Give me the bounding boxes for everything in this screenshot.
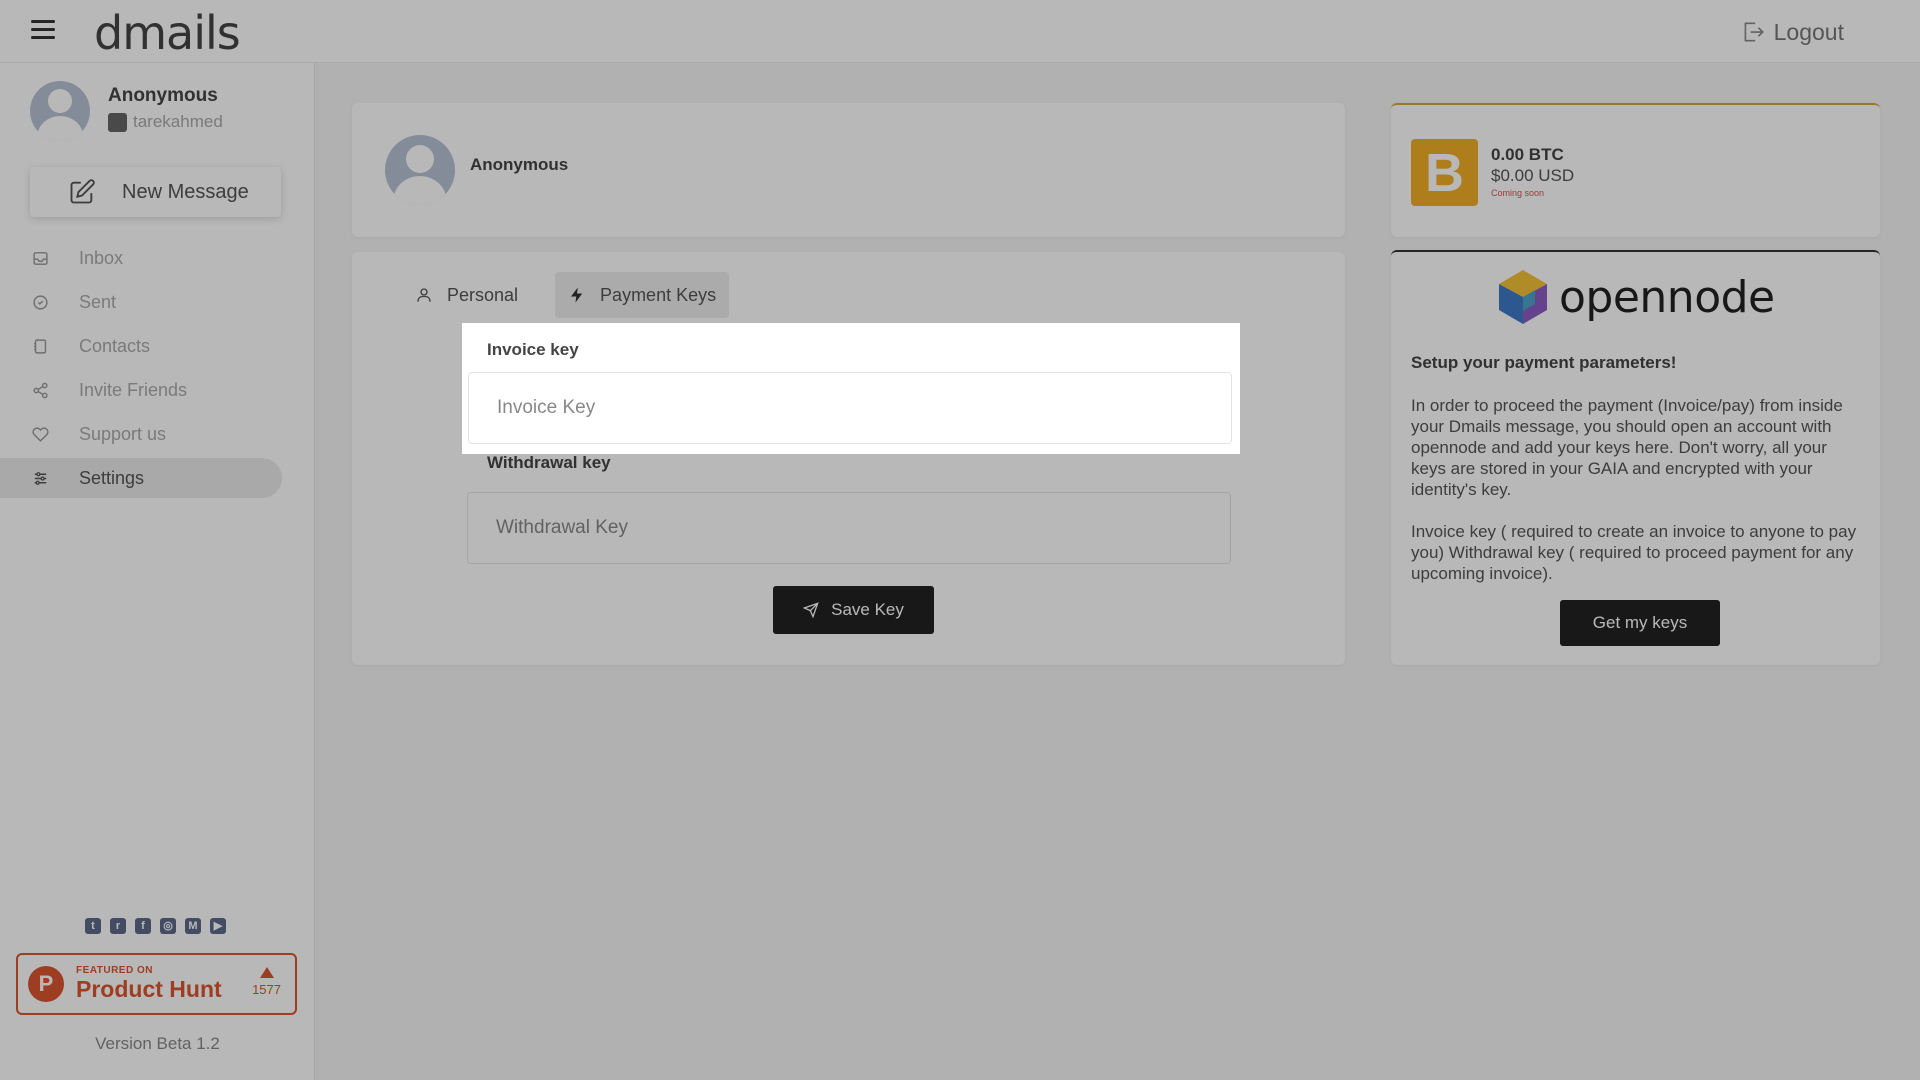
save-key-label: Save Key <box>831 600 904 619</box>
sliders-icon <box>34 471 47 485</box>
blockstack-icon <box>108 112 127 132</box>
inbox-icon <box>33 251 48 265</box>
user-handle-row: tarekahmed <box>108 112 223 132</box>
settings-card: Personal Payment Keys Withdrawal key Sav… <box>352 252 1345 665</box>
invoice-key-highlight: Invoice key <box>462 323 1240 454</box>
share-icon <box>33 382 48 398</box>
new-message-button[interactable]: New Message <box>30 167 281 217</box>
btc-amount: 0.00 BTC <box>1491 145 1564 164</box>
sidebar-item-label: Support us <box>79 423 167 444</box>
tab-payment-keys[interactable]: Payment Keys <box>555 272 730 318</box>
bitcoin-icon: B <box>1411 139 1478 206</box>
sent-icon <box>33 294 48 310</box>
logout-button[interactable]: Logout <box>1740 18 1844 46</box>
get-my-keys-button[interactable]: Get my keys <box>1560 600 1720 646</box>
sidebar-item-settings[interactable]: Settings <box>0 458 282 498</box>
new-message-label: New Message <box>122 180 249 203</box>
sidebar: Anonymous tarekahmed New Message Inbox S… <box>0 63 315 1080</box>
sidebar-item-label: Settings <box>79 467 145 488</box>
sidebar-item-invite-friends[interactable]: Invite Friends <box>0 370 282 410</box>
avatar <box>30 81 90 141</box>
tab-personal[interactable]: Personal <box>402 272 531 318</box>
profile-card: Anonymous <box>352 103 1345 237</box>
app-logo[interactable]: dmails <box>94 6 241 60</box>
sidebar-item-contacts[interactable]: Contacts <box>0 326 282 366</box>
withdrawal-key-input[interactable] <box>467 492 1231 564</box>
withdrawal-key-label: Withdrawal key <box>487 453 611 472</box>
product-hunt-featured: FEATURED ON <box>76 965 153 976</box>
top-bar: dmails Logout <box>0 0 1920 63</box>
logout-label: Logout <box>1773 18 1844 45</box>
bolt-icon <box>571 287 583 303</box>
tab-label: Personal <box>447 284 519 305</box>
user-name: Anonymous <box>108 85 218 106</box>
heart-icon <box>32 426 49 442</box>
usd-amount: $0.00 USD <box>1491 166 1575 185</box>
profile-name: Anonymous <box>470 155 569 174</box>
user-handle: tarekahmed <box>133 112 223 131</box>
menu-icon[interactable] <box>31 20 55 40</box>
product-hunt-icon: P <box>28 966 64 1002</box>
sidebar-item-label: Sent <box>79 291 117 312</box>
coming-soon-note: Coming soon <box>1491 188 1545 198</box>
opennode-paragraph-2: Invoice key ( required to create an invo… <box>1411 522 1857 583</box>
sidebar-profile: Anonymous tarekahmed <box>30 81 223 141</box>
opennode-title: Setup your payment parameters! <box>1411 353 1677 372</box>
sidebar-item-label: Invite Friends <box>79 379 188 400</box>
btc-balance-card: B 0.00 BTC $0.00 USD Coming soon <box>1391 103 1880 237</box>
opennode-wordmark: opennode <box>1559 271 1775 323</box>
opennode-card: opennode Setup your payment parameters! … <box>1391 250 1880 665</box>
avatar[interactable] <box>385 135 455 205</box>
medium-icon[interactable]: M <box>185 918 201 934</box>
settings-tabs: Personal Payment Keys <box>402 272 730 318</box>
reddit-icon[interactable]: r <box>110 918 126 934</box>
sidebar-item-label: Contacts <box>79 335 151 356</box>
facebook-icon[interactable]: f <box>135 918 151 934</box>
version-label: Version Beta 1.2 <box>95 1034 220 1053</box>
product-hunt-badge[interactable]: P FEATURED ON Product Hunt 1577 <box>16 953 297 1015</box>
save-key-button[interactable]: Save Key <box>773 586 934 634</box>
sidebar-item-sent[interactable]: Sent <box>0 282 282 322</box>
compose-icon <box>70 179 95 204</box>
sidebar-item-label: Inbox <box>79 247 124 268</box>
invoice-key-input[interactable] <box>468 372 1232 444</box>
product-hunt-votes: 1577 <box>252 967 281 997</box>
sidebar-nav: Inbox Sent Contacts Invite Friends Suppo… <box>0 238 282 502</box>
tab-label: Payment Keys <box>600 284 717 305</box>
sidebar-item-support-us[interactable]: Support us <box>0 414 282 454</box>
product-hunt-name: Product Hunt <box>76 976 222 1002</box>
upvote-icon <box>259 967 274 978</box>
youtube-icon[interactable]: ▶ <box>210 918 226 934</box>
twitter-icon[interactable]: t <box>85 918 101 934</box>
social-links: t r f ◎ M ▶ <box>85 918 226 934</box>
contacts-icon <box>34 338 47 354</box>
invoice-key-label: Invoice key <box>487 340 579 359</box>
user-icon <box>417 288 431 302</box>
logout-icon <box>1744 22 1764 42</box>
opennode-paragraph-1: In order to proceed the payment (Invoice… <box>1411 396 1843 499</box>
sidebar-item-inbox[interactable]: Inbox <box>0 238 282 278</box>
send-icon <box>803 602 819 618</box>
opennode-cube-icon <box>1499 270 1547 324</box>
instagram-icon[interactable]: ◎ <box>160 918 176 934</box>
vote-count: 1577 <box>252 982 281 997</box>
opennode-logo: opennode <box>1499 270 1775 324</box>
